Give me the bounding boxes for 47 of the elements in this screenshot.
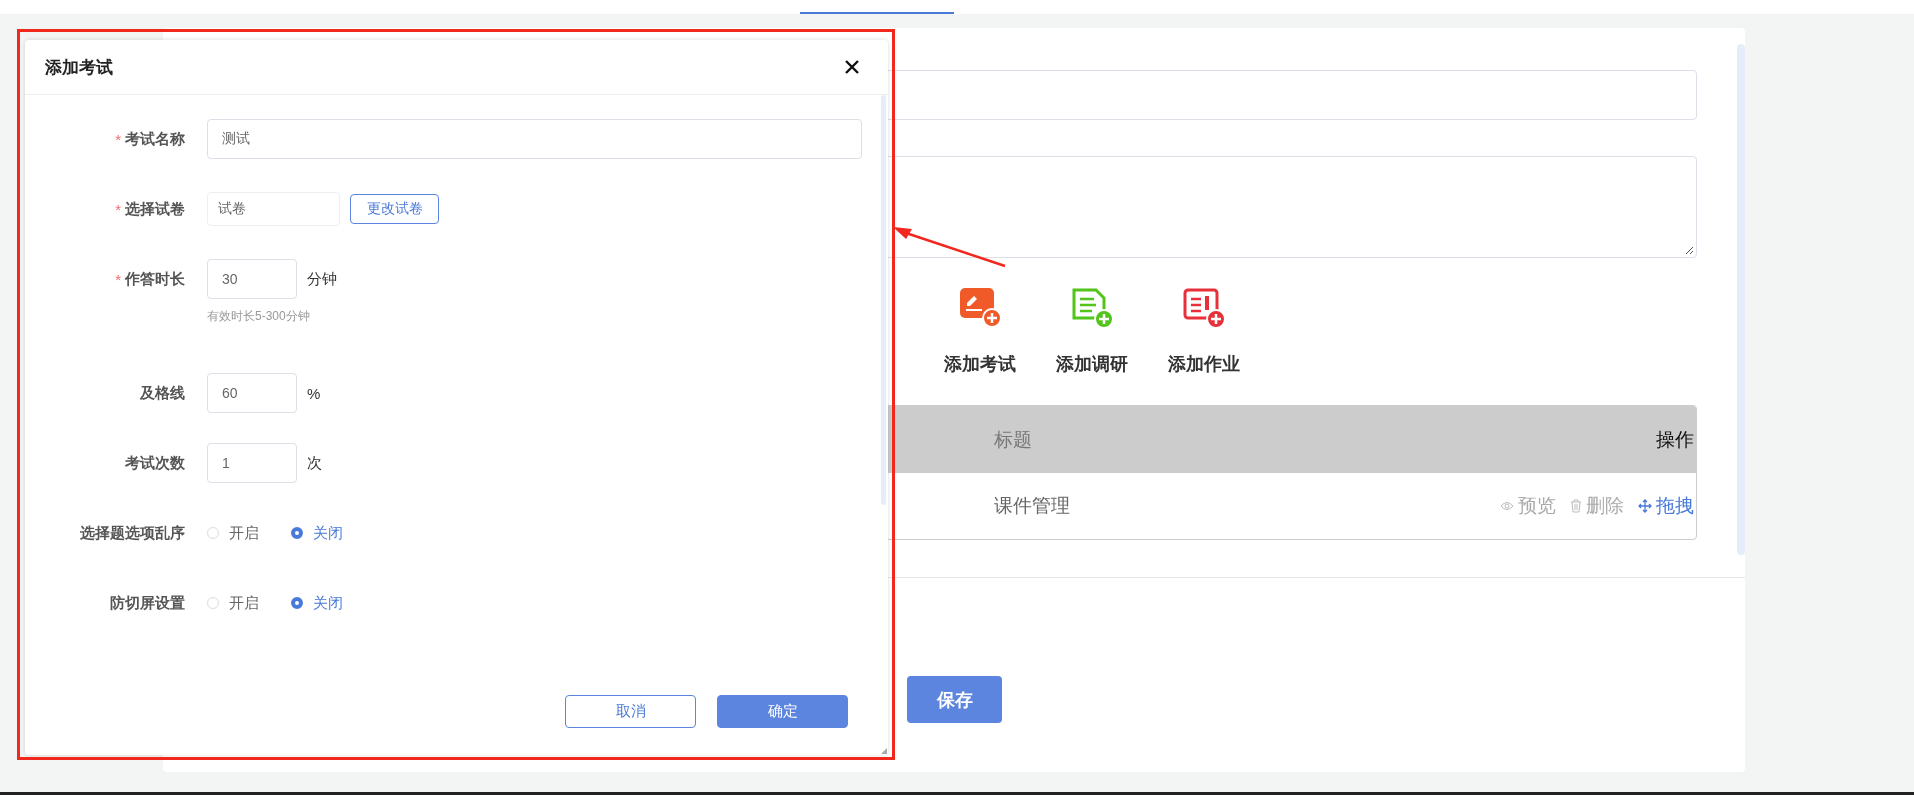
radio-option[interactable]: 开启 bbox=[207, 593, 259, 613]
save-button[interactable]: 保存 bbox=[907, 676, 1002, 723]
resize-handle-icon[interactable] bbox=[1684, 245, 1694, 255]
field-label: 选择题选项乱序 bbox=[80, 523, 185, 543]
scrollbar[interactable] bbox=[881, 95, 886, 505]
action-label[interactable]: 添加作业 bbox=[1168, 352, 1240, 376]
radio-option[interactable]: 关闭 bbox=[291, 523, 343, 543]
unit-label: 分钟 bbox=[307, 269, 337, 289]
input-field[interactable]: 60 bbox=[207, 373, 297, 413]
scrollbar[interactable] bbox=[1737, 44, 1745, 555]
document-add-icon[interactable] bbox=[1070, 286, 1114, 330]
document-add-icon[interactable] bbox=[1182, 286, 1226, 330]
action-label[interactable]: 添加调研 bbox=[1056, 352, 1128, 376]
radio-circle-icon[interactable] bbox=[291, 527, 303, 539]
trash-icon[interactable] bbox=[1570, 499, 1582, 513]
column-header: 标题 bbox=[994, 427, 1032, 452]
field-label: 防切屏设置 bbox=[110, 593, 185, 613]
required-mark: * bbox=[115, 270, 121, 288]
table-cell-text: 课件管理 bbox=[994, 494, 1070, 518]
radio-option[interactable]: 关闭 bbox=[291, 593, 343, 613]
cancel-button[interactable]: 取消 bbox=[565, 695, 696, 728]
column-header: 操作 bbox=[1656, 427, 1695, 452]
confirm-button[interactable]: 确定 bbox=[717, 695, 848, 728]
required-mark: * bbox=[115, 130, 121, 148]
row-action-link[interactable]: 拖拽 bbox=[1638, 493, 1694, 519]
eye-icon[interactable] bbox=[1500, 501, 1514, 511]
input-field[interactable]: 1 bbox=[207, 443, 297, 483]
required-mark: * bbox=[115, 200, 121, 218]
unit-label: % bbox=[307, 384, 321, 402]
field-label: 及格线 bbox=[140, 383, 185, 403]
field-label: 选择试卷 bbox=[125, 199, 185, 219]
field-label: 考试次数 bbox=[125, 453, 185, 473]
input-field[interactable]: 试卷 bbox=[207, 192, 340, 226]
radio-circle-icon[interactable] bbox=[291, 597, 303, 609]
hint-text: 有效时长5-300分钟 bbox=[207, 308, 311, 325]
input-field[interactable]: 30 bbox=[207, 259, 297, 299]
dialog-title: 添加考试 bbox=[45, 56, 113, 79]
unit-label: 次 bbox=[307, 453, 322, 473]
field-label: 考试名称 bbox=[125, 129, 185, 149]
input-field[interactable]: 测试 bbox=[207, 119, 862, 159]
resize-handle-icon[interactable] bbox=[881, 748, 887, 754]
move-icon[interactable] bbox=[1638, 499, 1652, 513]
close-icon[interactable] bbox=[844, 59, 860, 75]
radio-option[interactable]: 开启 bbox=[207, 523, 259, 543]
field-label: 作答时长 bbox=[125, 269, 185, 289]
action-label[interactable]: 添加考试 bbox=[944, 352, 1016, 376]
change-paper-button[interactable]: 更改试卷 bbox=[350, 194, 439, 224]
